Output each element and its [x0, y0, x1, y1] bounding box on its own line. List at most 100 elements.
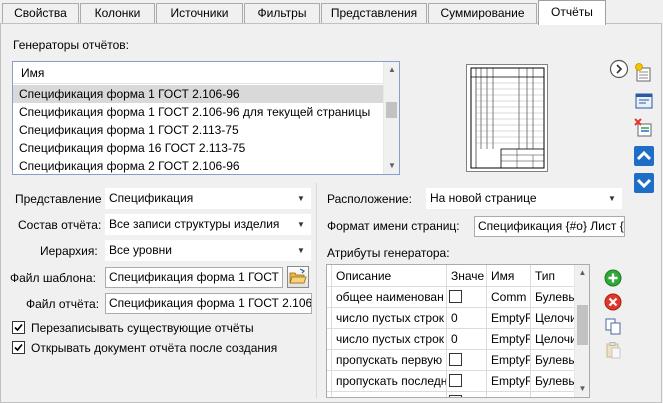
- chevron-down-icon[interactable]: ▼: [605, 189, 619, 208]
- column-header-name[interactable]: Имя: [13, 62, 385, 84]
- composition-select[interactable]: Все записи структуры изделия ▼: [105, 214, 311, 235]
- attr-value-cell[interactable]: [447, 371, 487, 392]
- view-select[interactable]: Спецификация ▼: [105, 188, 311, 209]
- attr-name[interactable]: EmptyR: [487, 371, 531, 392]
- scroll-up-icon[interactable]: ▲: [384, 62, 399, 78]
- attr-value[interactable]: 0: [447, 308, 487, 329]
- column-header-name[interactable]: Имя: [487, 265, 531, 287]
- column-header-description[interactable]: Описание: [332, 265, 447, 287]
- attr-value-checkbox[interactable]: [449, 374, 462, 387]
- location-select-value: На новой странице: [430, 191, 537, 205]
- report-file-value: Спецификация форма 1 ГОСТ 2.106-96: [109, 296, 312, 310]
- scroll-down-icon[interactable]: ▼: [575, 381, 589, 397]
- report-file-field[interactable]: Спецификация форма 1 ГОСТ 2.106-96: [105, 293, 312, 314]
- list-item-label: Спецификация форма 1 ГОСТ 2.113-75: [19, 123, 239, 137]
- attr-type[interactable]: Целочи: [531, 329, 575, 350]
- attr-value-checkbox[interactable]: [449, 290, 462, 303]
- chevron-down-icon[interactable]: ▼: [294, 241, 308, 260]
- scroll-thumb[interactable]: [577, 305, 588, 345]
- attr-value-cell[interactable]: [447, 350, 487, 371]
- section-divider: [316, 183, 317, 398]
- scroll-up-icon[interactable]: ▲: [575, 265, 589, 281]
- attr-description[interactable]: пропускать последн: [332, 371, 447, 392]
- remove-attribute-icon[interactable]: [604, 293, 622, 311]
- report-file-label: Файл отчёта:: [26, 297, 100, 311]
- overwrite-checkbox[interactable]: [12, 321, 25, 334]
- attr-value-cell[interactable]: [447, 287, 487, 308]
- attr-type[interactable]: Булевы: [531, 350, 575, 371]
- generators-scrollbar[interactable]: ▲ ▼: [383, 62, 399, 174]
- attr-name[interactable]: Comm: [487, 287, 531, 308]
- generators-label: Генераторы отчётов:: [13, 38, 129, 52]
- page-name-format-field[interactable]: Спецификация {#о} Лист {#: [474, 216, 625, 237]
- view-select-value: Спецификация: [109, 191, 194, 205]
- list-item-label: Спецификация форма 16 ГОСТ 2.113-75: [19, 141, 246, 155]
- generators-list[interactable]: Имя Спецификация форма 1 ГОСТ 2.106-96 С…: [12, 61, 400, 175]
- attr-type[interactable]: Целочи: [531, 308, 575, 329]
- template-file-field[interactable]: Спецификация форма 1 ГОСТ 2.106-96: [105, 267, 283, 288]
- chevron-down-icon[interactable]: ▼: [294, 189, 308, 208]
- list-item[interactable]: Спецификация форма 16 ГОСТ 2.113-75: [13, 139, 385, 157]
- attr-description[interactable]: число пустых строк: [332, 308, 447, 329]
- view-label: Представление: [15, 192, 102, 206]
- attr-value-checkbox[interactable]: [449, 353, 462, 366]
- attr-name[interactable]: EmptyR: [487, 329, 531, 350]
- attr-description[interactable]: пропускать первую: [332, 350, 447, 371]
- spec-form-thumbnail-icon: [470, 67, 545, 169]
- template-file-label: Файл шаблона:: [10, 271, 96, 285]
- add-attribute-icon[interactable]: [604, 269, 622, 287]
- edit-generator-icon[interactable]: [633, 90, 655, 112]
- hierarchy-select-value: Все уровни: [109, 243, 172, 257]
- copy-attribute-icon[interactable]: [604, 317, 622, 335]
- attributes-scrollbar[interactable]: ▲ ▼: [574, 265, 589, 397]
- attr-value-cell[interactable]: [447, 392, 487, 397]
- list-item-label: Спецификация форма 1 ГОСТ 2.106-96: [19, 87, 240, 101]
- location-select[interactable]: На новой странице ▼: [426, 188, 622, 209]
- list-item[interactable]: Спецификация форма 1 ГОСТ 2.106-96 для т…: [13, 103, 385, 121]
- attr-type[interactable]: Булевы: [531, 371, 575, 392]
- column-header-type[interactable]: Тип: [531, 265, 575, 287]
- generator-attributes-grid[interactable]: Описание Значе Имя Тип общее наименован …: [326, 264, 590, 398]
- move-up-icon[interactable]: [633, 145, 655, 167]
- list-item[interactable]: Спецификация форма 1 ГОСТ 2.113-75: [13, 121, 385, 139]
- scroll-thumb[interactable]: [386, 102, 397, 118]
- attr-description[interactable]: [332, 392, 447, 397]
- attr-name[interactable]: EmptyR: [487, 308, 531, 329]
- attr-value-checkbox[interactable]: [449, 395, 462, 397]
- attr-name[interactable]: EmptyR: [487, 350, 531, 371]
- delete-generator-icon[interactable]: [633, 117, 655, 139]
- chevron-down-icon[interactable]: ▼: [294, 215, 308, 234]
- location-label: Расположение:: [327, 192, 412, 206]
- generator-attributes-label: Атрибуты генератора:: [327, 246, 450, 260]
- browse-template-button[interactable]: [287, 266, 309, 288]
- open-after-create-label[interactable]: Открывать документ отчёта после создания: [31, 341, 277, 355]
- attr-description[interactable]: общее наименован: [332, 287, 447, 308]
- attr-value[interactable]: 0: [447, 329, 487, 350]
- attr-type[interactable]: Булевы: [531, 287, 575, 308]
- tab-label: Отчёты: [551, 5, 593, 19]
- paste-attribute-icon: [604, 341, 622, 359]
- page-name-format-value: Спецификация {#о} Лист {#: [478, 219, 625, 233]
- hierarchy-label: Иерархия:: [40, 244, 98, 258]
- attr-name[interactable]: [487, 392, 531, 397]
- tab-reports[interactable]: Отчёты: [538, 0, 606, 25]
- list-item-label: Спецификация форма 1 ГОСТ 2.106-96 для т…: [19, 105, 371, 119]
- checkmark-icon: [14, 323, 23, 332]
- attr-type[interactable]: Булевы: [531, 392, 575, 397]
- open-folder-icon: [289, 268, 307, 284]
- column-header-value[interactable]: Значе: [447, 265, 487, 287]
- template-preview: [466, 64, 548, 172]
- move-down-icon[interactable]: [633, 172, 655, 194]
- more-options-icon[interactable]: [608, 58, 630, 80]
- open-after-create-checkbox[interactable]: [12, 341, 25, 354]
- attr-description[interactable]: число пустых строк: [332, 329, 447, 350]
- overwrite-label[interactable]: Перезаписывать существующие отчёты: [31, 321, 254, 335]
- scroll-down-icon[interactable]: ▼: [384, 158, 399, 174]
- list-item[interactable]: Спецификация форма 2 ГОСТ 2.106-96: [13, 157, 385, 174]
- composition-select-value: Все записи структуры изделия: [109, 217, 280, 231]
- list-item[interactable]: Спецификация форма 1 ГОСТ 2.106-96: [13, 85, 385, 103]
- add-generator-icon[interactable]: [633, 62, 655, 84]
- page-name-format-label: Формат имени страниц:: [327, 219, 460, 233]
- list-item-label: Спецификация форма 2 ГОСТ 2.106-96: [19, 159, 240, 173]
- hierarchy-select[interactable]: Все уровни ▼: [105, 240, 311, 261]
